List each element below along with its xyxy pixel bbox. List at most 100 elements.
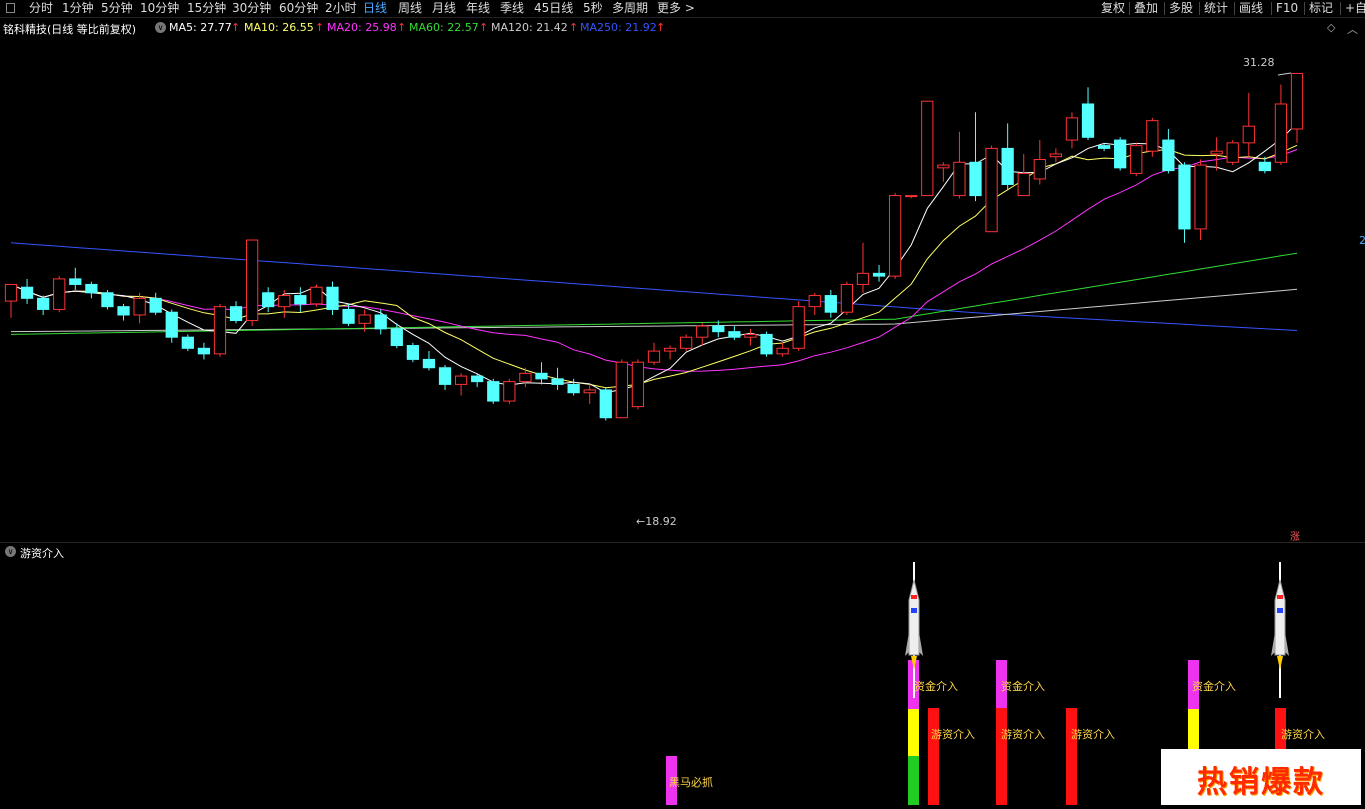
candle-body — [1226, 142, 1239, 163]
toolbar-right-item-0[interactable]: 复权 — [1101, 1, 1125, 16]
candle-body — [1017, 172, 1030, 197]
indicator-title[interactable]: 游资介入 — [20, 545, 64, 561]
high-price-label: 31.28 — [1243, 56, 1275, 69]
candle-body — [1210, 150, 1223, 155]
candle-body — [696, 325, 709, 338]
period-tab-10[interactable]: 月线 — [432, 1, 456, 16]
toolbar-sep — [1234, 2, 1235, 15]
candle-body — [438, 367, 452, 385]
period-tab-8[interactable]: 日线 — [363, 1, 387, 16]
candle-body — [519, 372, 532, 383]
period-tab-0[interactable]: 分时 — [29, 1, 53, 16]
candle-body — [840, 283, 854, 313]
period-tab-13[interactable]: 45日线 — [534, 1, 573, 16]
ma20-line — [10, 149, 1298, 372]
toolbar-sep — [1164, 2, 1165, 15]
candle-body — [680, 336, 693, 349]
rocket-1-fin-l — [905, 632, 909, 656]
candle-body — [294, 295, 307, 305]
rocket-1-body — [908, 579, 920, 656]
toolbar-right-item-1[interactable]: 叠加 — [1134, 1, 1158, 16]
rocket-2-fin-r — [1285, 632, 1289, 656]
candle-body — [278, 295, 291, 308]
window-icon[interactable] — [6, 3, 15, 13]
candle-body — [969, 161, 982, 197]
chevron-down-icon[interactable]: ∨ — [155, 22, 166, 33]
toolbar-sep — [1199, 2, 1200, 15]
candle-body — [615, 361, 628, 419]
diamond-icon[interactable]: ◇ — [1327, 21, 1335, 34]
period-tab-7[interactable]: 2小时 — [325, 1, 357, 16]
candle-body — [390, 328, 403, 347]
ma250-arrow: ↑ — [656, 21, 666, 34]
candle-body — [824, 295, 837, 313]
period-tab-1[interactable]: 1分钟 — [62, 1, 94, 16]
candle-body — [776, 347, 789, 355]
toolbar-right-item-5[interactable]: F10 — [1276, 1, 1298, 16]
candle-body — [1001, 147, 1014, 185]
ma10-arrow: ↑ — [315, 21, 325, 34]
toolbar-right-item-6[interactable]: 标记 — [1309, 1, 1333, 16]
candle-body — [1258, 161, 1271, 172]
candle-body — [937, 164, 950, 169]
price-chart[interactable] — [0, 36, 1365, 542]
candle-body — [567, 383, 580, 394]
candle-body — [20, 286, 34, 299]
stack-bar — [908, 756, 919, 805]
ma120-line — [10, 288, 1298, 333]
ma60-arrow: ↑ — [479, 21, 489, 34]
period-tab-9[interactable]: 周线 — [398, 1, 422, 16]
candle-body — [358, 314, 371, 324]
stack-bar — [908, 709, 919, 756]
candle-body — [1194, 164, 1207, 230]
ad-banner[interactable]: 热销爆款 — [1161, 749, 1361, 805]
candle-body — [1081, 103, 1095, 138]
zijin-label-3: 资金介入 — [1192, 680, 1236, 693]
candle-body — [471, 375, 484, 383]
candle-body — [181, 336, 194, 349]
candle-body — [326, 286, 339, 310]
period-tab-16[interactable]: 更多 > — [657, 1, 695, 16]
toolbar-right-item-2[interactable]: 多股 — [1169, 1, 1193, 16]
youzi-label-2: 游资介入 — [1001, 728, 1045, 741]
candle-body — [631, 361, 645, 408]
candle-body — [117, 306, 130, 316]
period-toolbar: 分时 1分钟 5分钟 10分钟 15分钟 30分钟 60分钟 2小时 日线 周线 月线 年线 季线 45日… — [0, 0, 1365, 18]
candle-body — [1130, 145, 1143, 174]
candle-body — [197, 347, 211, 355]
candle-body — [728, 331, 741, 338]
candle-body — [1242, 125, 1255, 144]
candle-body — [1114, 139, 1127, 169]
ma250-label: MA250: 21.92 — [580, 21, 657, 34]
heima-label: 黑马必抓 — [669, 776, 713, 789]
period-tab-6[interactable]: 60分钟 — [279, 1, 318, 16]
chevron-up-icon[interactable]: ︿ — [1347, 21, 1358, 37]
youzi-bar — [1066, 708, 1077, 805]
candle-body — [792, 306, 805, 349]
zijin-label-2: 资金介入 — [1001, 680, 1045, 693]
candle-body — [69, 278, 82, 285]
candle-body — [213, 306, 227, 355]
period-tab-12[interactable]: 季线 — [500, 1, 524, 16]
candle-body — [374, 314, 387, 330]
indicator-chevron-icon[interactable]: ∨ — [5, 546, 16, 557]
candle-body — [551, 378, 564, 385]
candle-body — [808, 295, 821, 308]
period-tab-3[interactable]: 10分钟 — [140, 1, 179, 16]
period-tab-2[interactable]: 5分钟 — [101, 1, 133, 16]
ma5-arrow: ↑ — [231, 21, 241, 34]
ma-info-bar: 铭科精技(日线 等比前复权) ∨ MA5: 27.77 ↑ MA10: 26.5… — [0, 19, 1365, 37]
period-tab-15[interactable]: 多周期 — [612, 1, 648, 16]
candle-body — [245, 239, 259, 322]
period-tab-4[interactable]: 15分钟 — [187, 1, 226, 16]
candle-body — [165, 311, 178, 338]
stock-title[interactable]: 铭科精技(日线 等比前复权) — [3, 21, 136, 37]
candle-body — [342, 308, 355, 324]
toolbar-right-item-3[interactable]: 统计 — [1204, 1, 1228, 16]
period-tab-5[interactable]: 30分钟 — [232, 1, 271, 16]
period-tab-14[interactable]: 5秒 — [583, 1, 603, 16]
rocket-2-stripe — [1277, 595, 1283, 599]
toolbar-right-item-7[interactable]: +自选 — [1345, 1, 1365, 16]
period-tab-11[interactable]: 年线 — [466, 1, 490, 16]
toolbar-right-item-4[interactable]: 画线 — [1239, 1, 1263, 16]
